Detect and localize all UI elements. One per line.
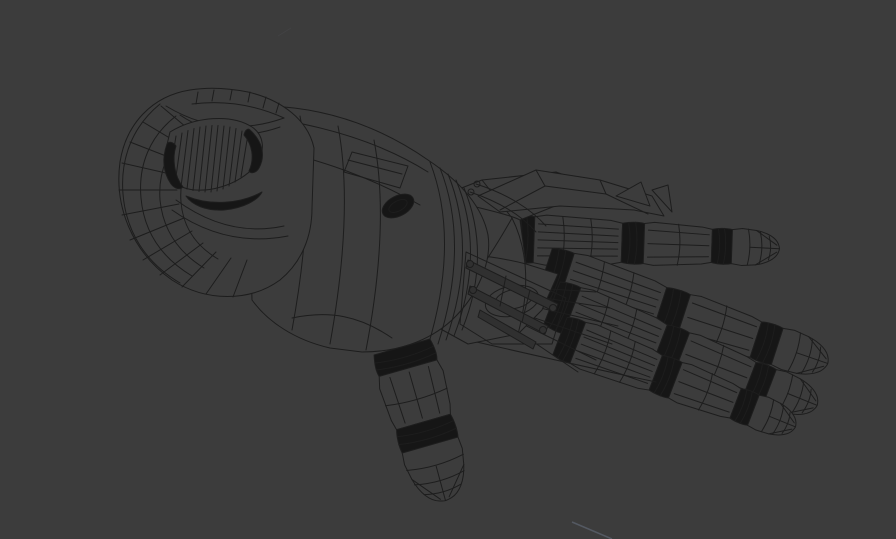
viewport-3d[interactable] bbox=[0, 0, 896, 539]
